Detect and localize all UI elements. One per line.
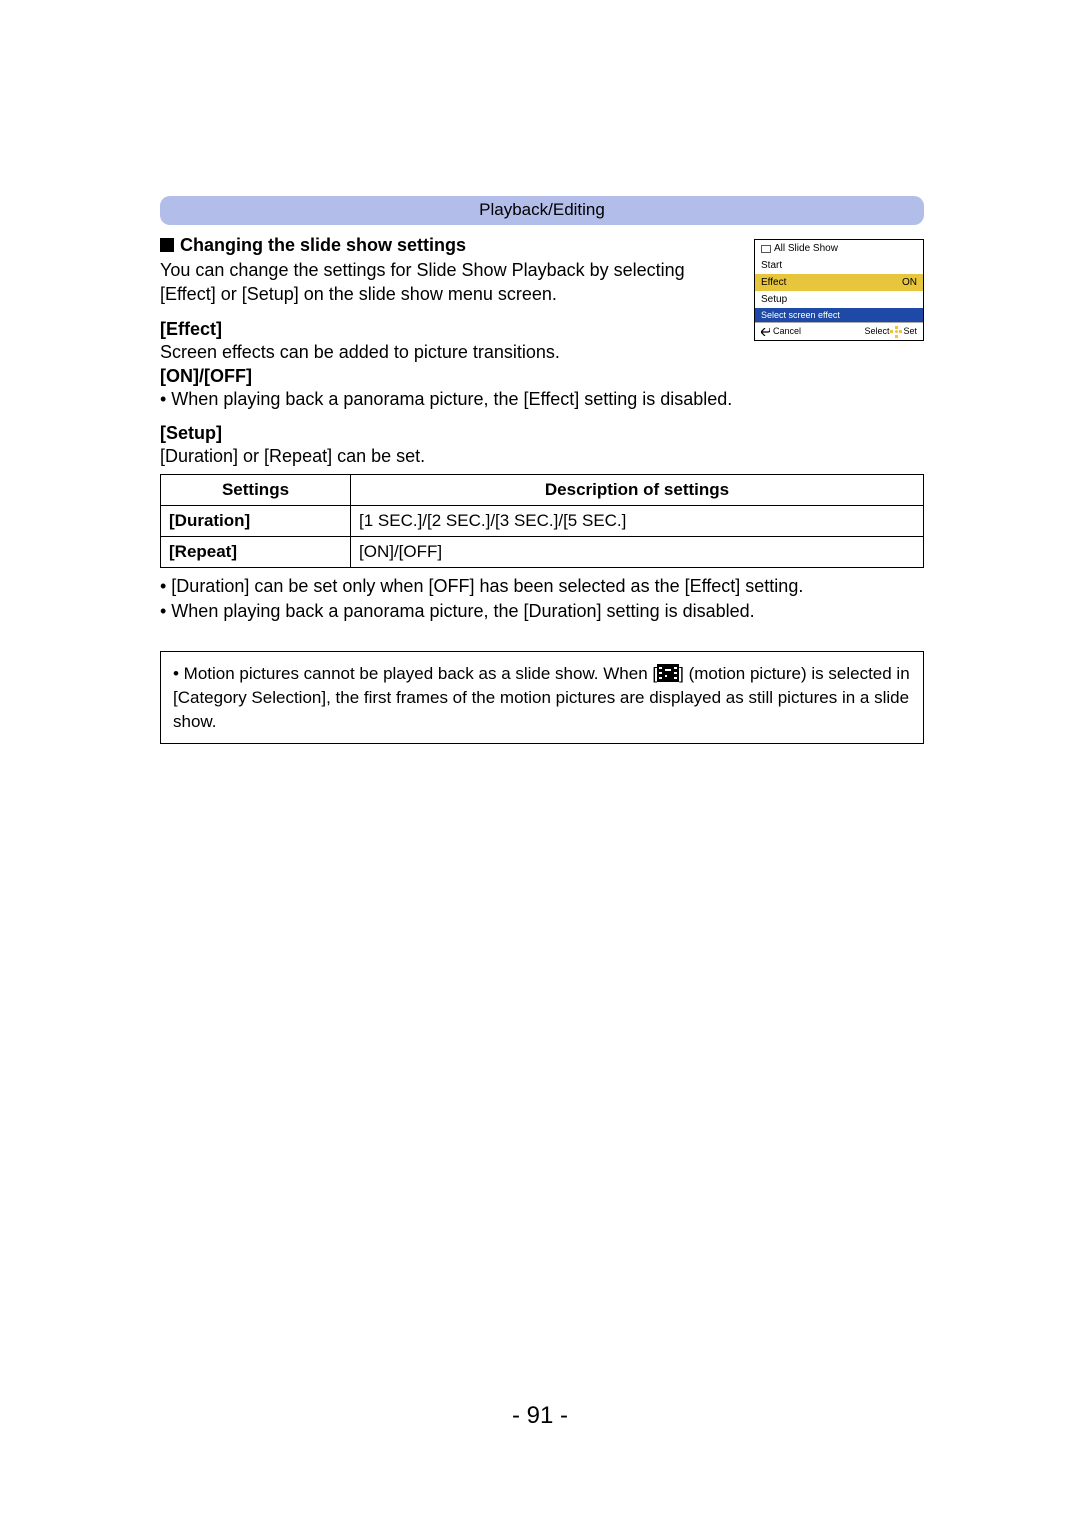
post-note-2: • When playing back a panorama picture, … (160, 599, 924, 623)
screenshot-item-effect: Effect ON (755, 274, 923, 291)
screenshot-item-setup: Setup (755, 291, 923, 308)
square-bullet-icon (160, 238, 174, 252)
screenshot-item-start: Start (755, 257, 923, 274)
joystick-icon (891, 327, 901, 337)
camera-screenshot: All Slide Show Start Effect ON Setup Sel… (754, 239, 924, 341)
section-header: Playback/Editing (160, 196, 924, 225)
screenshot-footer: Cancel Select Set (755, 322, 923, 340)
th-desc: Description of settings (351, 475, 924, 506)
table-row: [Duration] [1 SEC.]/[2 SEC.]/[3 SEC.]/[5… (161, 506, 924, 537)
settings-table: Settings Description of settings [Durati… (160, 474, 924, 568)
page-number: - 91 - (0, 1402, 1080, 1430)
setup-desc: [Duration] or [Repeat] can be set. (160, 444, 924, 468)
back-arrow-icon (761, 328, 770, 336)
post-note-1: • [Duration] can be set only when [OFF] … (160, 574, 924, 598)
th-settings: Settings (161, 475, 351, 506)
effect-options: [ON]/[OFF] (160, 366, 924, 387)
movie-icon (657, 664, 679, 682)
setup-title: [Setup] (160, 423, 924, 444)
table-row: [Repeat] [ON]/[OFF] (161, 537, 924, 568)
screenshot-title: All Slide Show (755, 240, 923, 257)
effect-desc: Screen effects can be added to picture t… (160, 340, 924, 364)
screenshot-hint: Select screen effect (755, 308, 923, 322)
playback-icon (761, 245, 771, 253)
note-box: • Motion pictures cannot be played back … (160, 651, 924, 744)
effect-note: • When playing back a panorama picture, … (160, 387, 924, 411)
